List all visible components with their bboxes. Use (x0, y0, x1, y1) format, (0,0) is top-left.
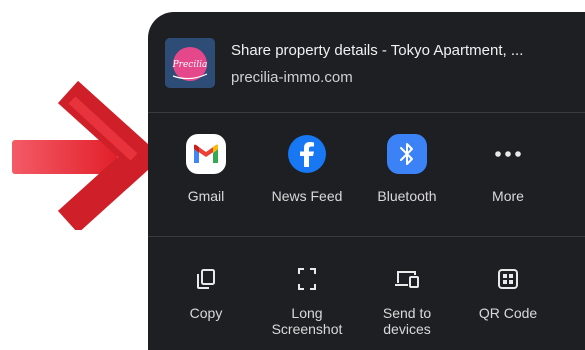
header-divider (148, 112, 585, 113)
gmail-icon (186, 134, 226, 174)
thumbnail-logo-text: Precilia (172, 60, 208, 70)
action-long-screenshot-label: Long Screenshot (271, 305, 343, 337)
property-thumbnail: Precilia (165, 38, 215, 88)
action-copy[interactable]: Copy (156, 264, 256, 321)
share-title: Share property details - Tokyo Apartment… (231, 42, 524, 59)
apps-row: Gmail News Feed Bluetooth More (148, 124, 585, 234)
apps-divider (148, 236, 585, 237)
share-sheet: Precilia Share property details - Tokyo … (148, 12, 585, 350)
app-news-feed[interactable]: News Feed (257, 134, 357, 204)
qr-code-icon (493, 264, 523, 294)
share-header: Precilia Share property details - Tokyo … (148, 12, 585, 112)
app-gmail[interactable]: Gmail (156, 134, 256, 204)
app-news-feed-label: News Feed (271, 188, 343, 204)
send-to-devices-icon (392, 264, 422, 294)
long-screenshot-icon (292, 264, 322, 294)
actions-row: Copy Long Screenshot Send to devices QR … (148, 248, 585, 350)
app-bluetooth-label: Bluetooth (377, 188, 437, 204)
action-long-screenshot[interactable]: Long Screenshot (257, 264, 357, 337)
app-more[interactable]: More (458, 134, 558, 204)
app-gmail-label: Gmail (187, 188, 225, 204)
facebook-icon (287, 134, 327, 174)
bluetooth-icon (387, 134, 427, 174)
action-qr-code[interactable]: QR Code (458, 264, 558, 321)
copy-icon (191, 264, 221, 294)
pointer-arrow (0, 80, 170, 234)
action-copy-label: Copy (189, 305, 223, 321)
more-icon (488, 134, 528, 174)
action-send-to-devices[interactable]: Send to devices (357, 264, 457, 337)
app-bluetooth[interactable]: Bluetooth (357, 134, 457, 204)
share-url: precilia-immo.com (231, 69, 353, 86)
action-send-to-devices-label: Send to devices (382, 305, 432, 337)
app-more-label: More (492, 188, 524, 204)
action-qr-code-label: QR Code (478, 305, 538, 321)
